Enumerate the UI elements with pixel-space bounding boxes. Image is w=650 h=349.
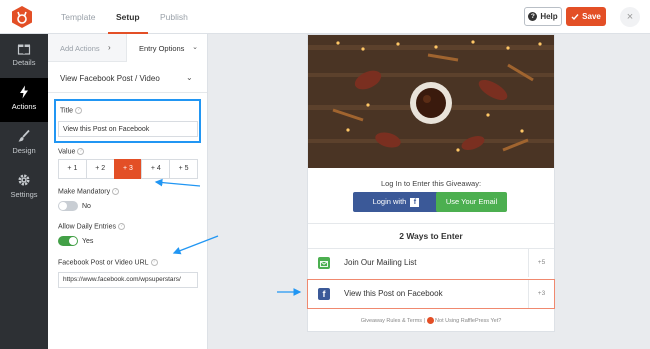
value-selector: + 1 + 2 + 3 + 4 + 5: [58, 159, 198, 179]
value-option-4[interactable]: + 4: [141, 159, 170, 179]
entry-label: Join Our Mailing List: [344, 258, 417, 267]
mandatory-toggle[interactable]: [58, 201, 78, 211]
facebook-icon: f: [410, 197, 420, 207]
save-button-label: Save: [582, 12, 601, 21]
login-prompt: Log In to Enter this Giveaway:: [380, 179, 482, 188]
top-bar: Template Setup Publish ? Help Save ×: [0, 0, 650, 34]
entry-points: +5: [528, 249, 554, 277]
sidebar-item-settings[interactable]: Settings: [0, 166, 48, 210]
use-email-button[interactable]: Use Your Email: [436, 192, 507, 212]
giveaway-preview: Log In to Enter this Giveaway: Login wit…: [307, 34, 555, 332]
bolt-icon: [20, 85, 28, 99]
facebook-icon: f: [318, 288, 330, 300]
envelope-icon: [318, 257, 330, 269]
rafflepress-logo-icon[interactable]: [10, 5, 34, 29]
value-label: Value?: [58, 148, 85, 155]
mandatory-state: No: [82, 203, 91, 210]
sidebar-item-label: Details: [12, 58, 36, 67]
help-button-label: Help: [540, 12, 558, 21]
help-icon[interactable]: ?: [112, 188, 120, 195]
divider: [48, 92, 207, 93]
sidebar-item-actions[interactable]: Actions: [0, 78, 48, 122]
divider: [308, 223, 554, 224]
title-input[interactable]: View this Post on Facebook: [58, 121, 198, 137]
help-button[interactable]: ? Help: [524, 7, 562, 26]
sidebar-item-details[interactable]: Details: [0, 34, 48, 78]
sidebar: Details Actions Design Settings: [0, 34, 48, 349]
daily-entries-state: Yes: [82, 238, 94, 245]
ways-to-enter-title: 2 Ways to Enter: [399, 231, 463, 241]
gift-icon: [17, 44, 31, 55]
tab-setup[interactable]: Setup: [108, 0, 148, 34]
value-option-5[interactable]: + 5: [169, 159, 198, 179]
gear-icon: [18, 174, 30, 186]
entry-label: View this Post on Facebook: [344, 289, 443, 298]
close-icon[interactable]: ×: [620, 7, 640, 27]
brush-icon: [18, 129, 30, 142]
help-icon[interactable]: ?: [74, 107, 82, 114]
rafflepress-icon: [426, 317, 434, 324]
action-title[interactable]: View Facebook Post / Video: [60, 74, 160, 83]
preview-footer: Giveaway Rules & Terms | Not Using Raffl…: [308, 317, 554, 324]
daily-entries-label: Allow Daily Entries?: [58, 223, 125, 230]
sidebar-item-design[interactable]: Design: [0, 122, 48, 166]
panel-subtabs: Add Actions › Entry Options ⌄: [48, 34, 207, 62]
help-icon[interactable]: ?: [77, 148, 85, 155]
sidebar-item-label: Design: [12, 146, 36, 155]
rules-link[interactable]: Giveaway Rules & Terms |: [361, 318, 425, 324]
entry-options-label: Entry Options: [139, 44, 185, 53]
daily-entries-toggle[interactable]: [58, 236, 78, 246]
help-icon[interactable]: ?: [150, 259, 158, 266]
chevron-down-icon[interactable]: ⌄: [186, 73, 193, 82]
tab-template[interactable]: Template: [61, 0, 96, 34]
value-option-3[interactable]: + 3: [113, 159, 142, 179]
chevron-down-icon: ⌄: [192, 44, 198, 51]
add-actions-tab[interactable]: Add Actions: [60, 44, 100, 53]
login-with-facebook-button[interactable]: Login with f: [353, 192, 439, 212]
save-check-icon: [571, 13, 579, 20]
value-option-1[interactable]: + 1: [58, 159, 86, 179]
entry-options-tab[interactable]: Entry Options ⌄: [126, 34, 207, 62]
tab-publish[interactable]: Publish: [160, 0, 188, 34]
chevron-right-icon: ›: [108, 43, 111, 52]
not-using-link[interactable]: Not Using RafflePress Yet?: [435, 318, 501, 324]
entry-points: +3: [528, 280, 554, 308]
sidebar-item-label: Actions: [11, 102, 37, 111]
title-label: Title?: [60, 107, 82, 114]
mandatory-label: Make Mandatory?: [58, 188, 120, 195]
help-icon[interactable]: ?: [117, 223, 125, 230]
url-label: Facebook Post or Video URL?: [58, 259, 158, 266]
giveaway-hero-image: [308, 35, 554, 168]
entry-facebook-post[interactable]: f View this Post on Facebook +3: [307, 279, 555, 309]
settings-panel: Add Actions › Entry Options ⌄ View Faceb…: [48, 34, 208, 349]
sidebar-item-label: Settings: [10, 190, 38, 199]
fb-login-label: Login with: [372, 197, 407, 206]
save-button[interactable]: Save: [566, 7, 606, 26]
entry-mailing-list[interactable]: Join Our Mailing List +5: [308, 248, 554, 278]
facebook-url-input[interactable]: https://www.facebook.com/wpsuperstars/: [58, 272, 198, 288]
value-option-2[interactable]: + 2: [85, 159, 114, 179]
question-circle-icon: ?: [528, 12, 538, 21]
